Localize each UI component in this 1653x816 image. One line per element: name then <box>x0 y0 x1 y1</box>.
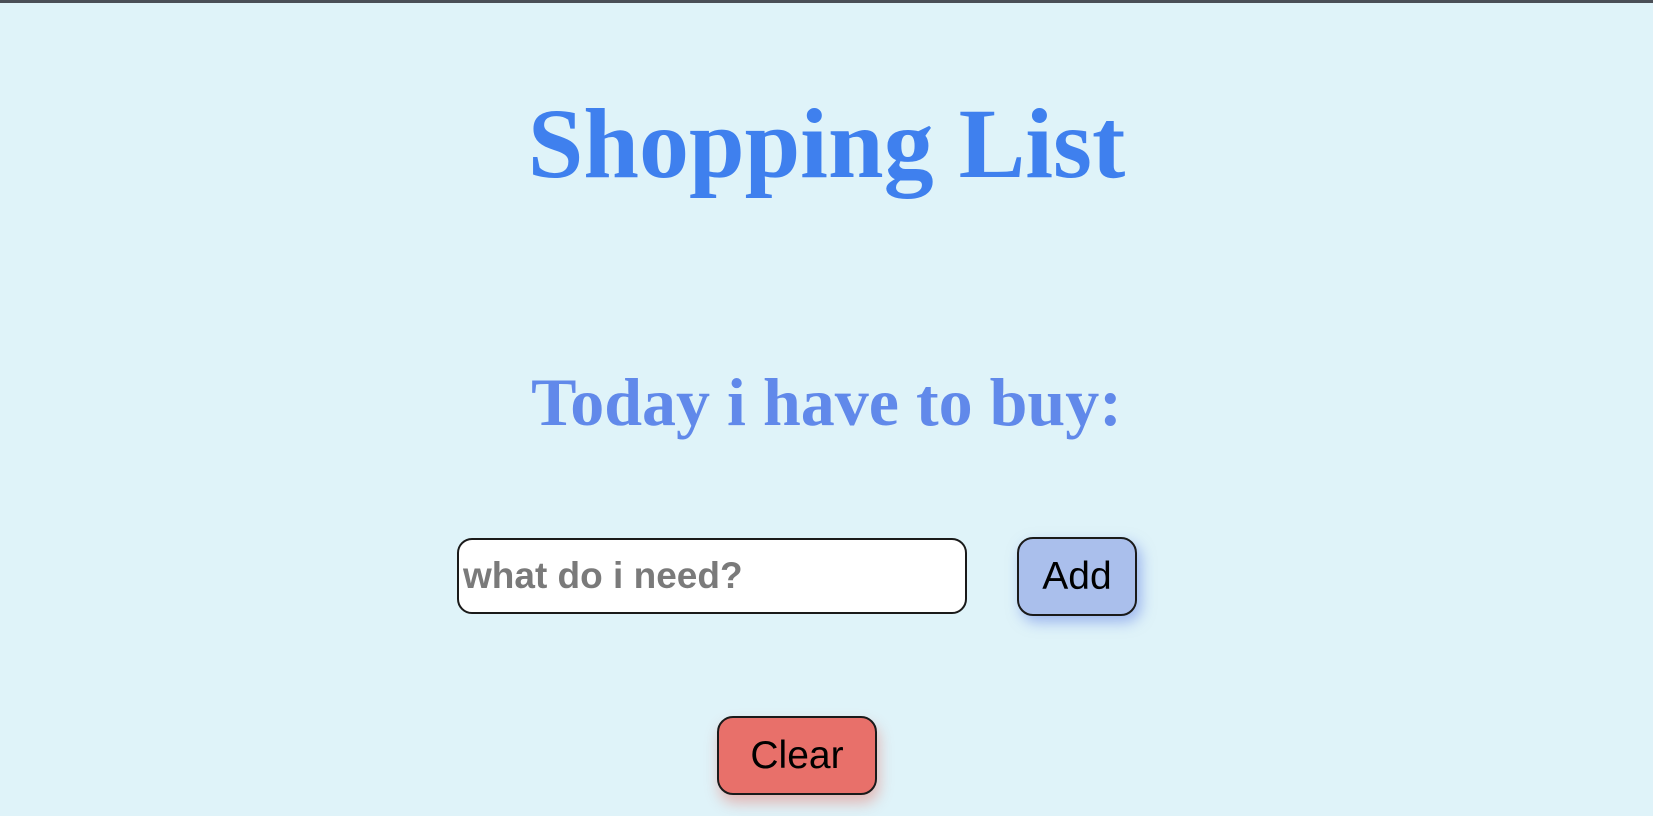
clear-button[interactable]: Clear <box>717 716 877 795</box>
list-heading: Today i have to buy: <box>531 364 1122 440</box>
item-input[interactable] <box>457 538 967 614</box>
add-button[interactable]: Add <box>1017 537 1137 616</box>
shopping-list-page: Shopping List Today i have to buy: Add C… <box>0 0 1653 816</box>
window-top-border <box>0 0 1653 3</box>
page-title: Shopping List <box>527 88 1126 199</box>
